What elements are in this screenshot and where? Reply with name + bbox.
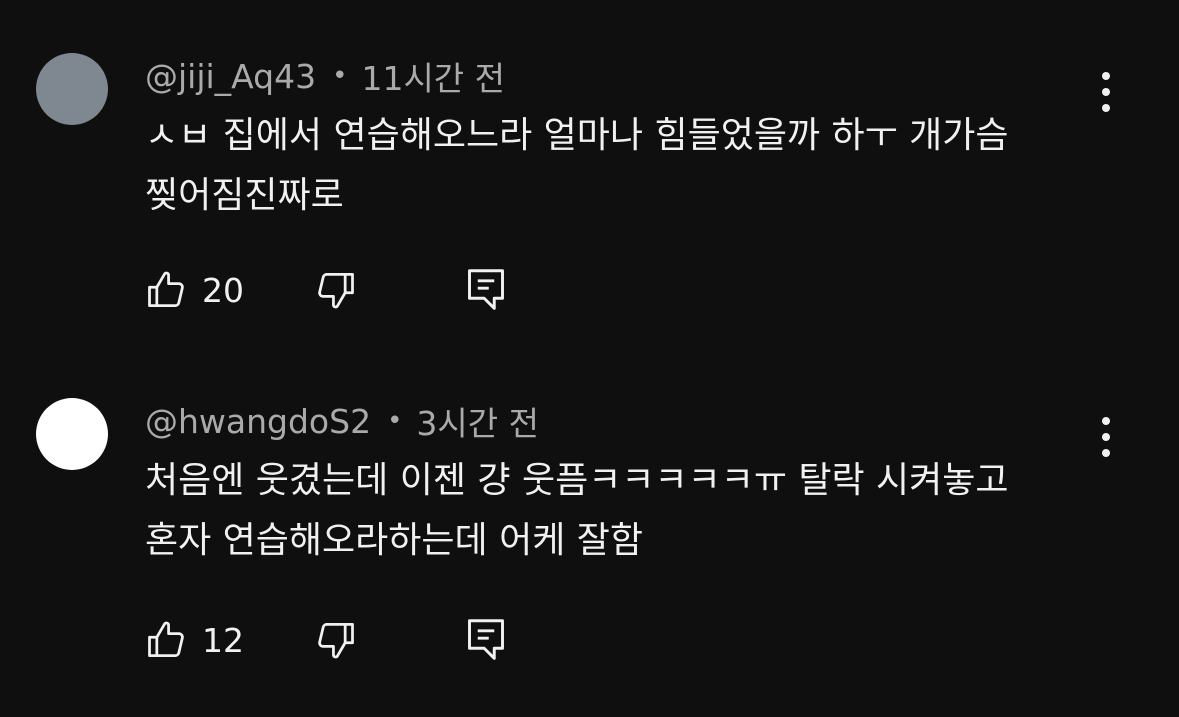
thumbs-down-icon [318, 273, 354, 309]
comment-text: 처음엔 웃겼는데 이젠 걍 웃픔ㅋㅋㅋㅋㅋㅠ 탈락 시켜놓고 혼자 연습해오라하… [145, 451, 1105, 571]
comment-text-line: 찢어짐진짜로 [145, 175, 344, 216]
meta-separator: • [332, 61, 348, 91]
meta-separator: • [387, 406, 403, 436]
thumbs-down-icon [318, 623, 354, 659]
like-button[interactable]: 12 [144, 615, 244, 665]
reply-button[interactable] [464, 615, 508, 665]
avatar[interactable] [36, 398, 108, 470]
comment-item: @jiji_Aq43 • 11시간 전 ㅅㅂ 집에서 연습해오느라 얼마나 힘들… [0, 0, 1179, 340]
comment-timestamp[interactable]: 3시간 전 [416, 397, 539, 445]
comment-text-line: 혼자 연습해오라하는데 어케 잘함 [145, 520, 644, 561]
dislike-button[interactable] [314, 265, 358, 315]
comment-author-handle[interactable]: @jiji_Aq43 [145, 57, 316, 96]
comment-author-handle[interactable]: @hwangdoS2 [145, 402, 371, 441]
comment-meta: @hwangdoS2 • 3시간 전 [145, 401, 539, 444]
like-count: 20 [202, 270, 244, 310]
like-button[interactable]: 20 [144, 265, 244, 315]
more-vertical-icon [1102, 417, 1110, 425]
comment-item: @hwangdoS2 • 3시간 전 처음엔 웃겼는데 이젠 걍 웃픔ㅋㅋㅋㅋㅋ… [0, 340, 1179, 717]
comment-text-line: 처음엔 웃겼는데 이젠 걍 웃픔ㅋㅋㅋㅋㅋㅠ 탈락 시켜놓고 [145, 460, 1009, 501]
comment-text: ㅅㅂ 집에서 연습해오느라 얼마나 힘들었을까 하ㅜ 개가슴 찢어짐진짜로 [145, 106, 1105, 226]
comment-text-line: ㅅㅂ 집에서 연습해오느라 얼마나 힘들었을까 하ㅜ 개가슴 [145, 115, 1009, 156]
reply-comment-icon [468, 619, 504, 660]
more-vertical-icon-dot [1102, 88, 1110, 96]
reply-comment-icon [468, 269, 504, 310]
thumbs-up-icon [148, 271, 184, 307]
reply-button[interactable] [464, 265, 508, 315]
thumbs-up-icon [148, 621, 184, 657]
more-vertical-icon-dot [1102, 433, 1110, 441]
dislike-button[interactable] [314, 615, 358, 665]
comment-actions: 12 [140, 615, 560, 665]
comment-timestamp[interactable]: 11시간 전 [361, 52, 505, 100]
like-count: 12 [202, 620, 244, 660]
comment-actions: 20 [140, 265, 560, 315]
comment-meta: @jiji_Aq43 • 11시간 전 [145, 56, 505, 99]
avatar[interactable] [36, 53, 108, 125]
more-vertical-icon [1102, 72, 1110, 80]
